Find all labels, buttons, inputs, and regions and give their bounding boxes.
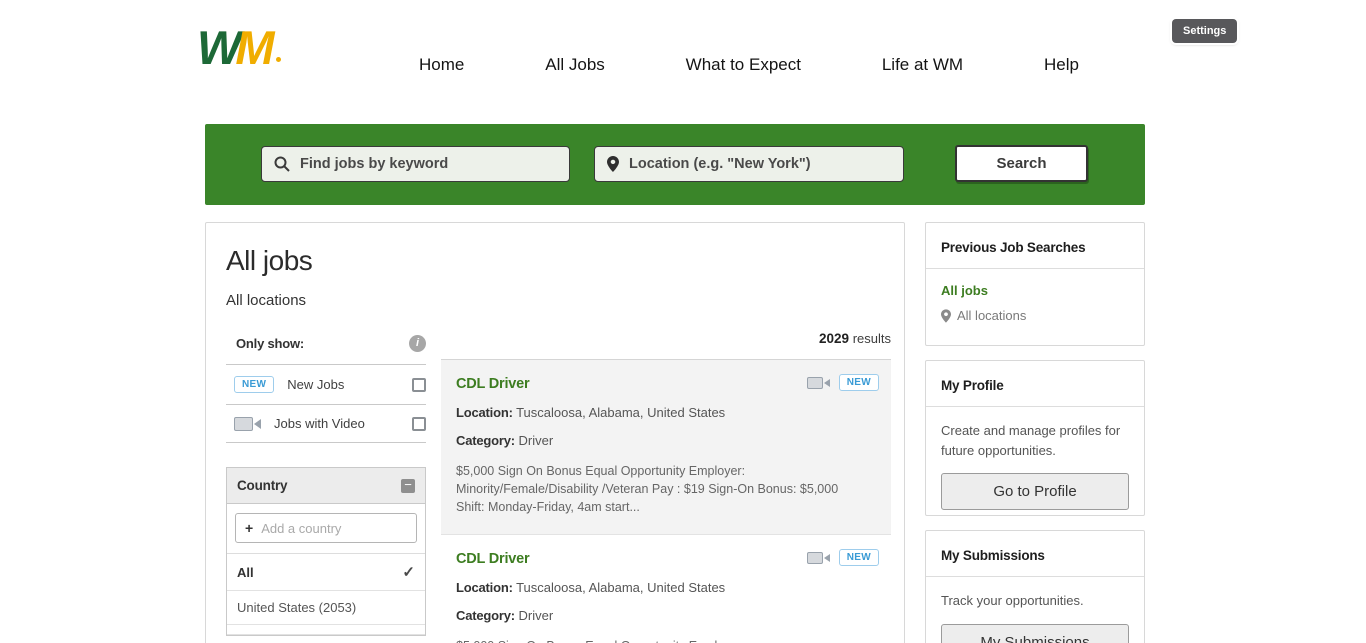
nav-item-what-to-expect[interactable]: What to Expect [686,55,801,75]
previous-search-link[interactable]: All jobs [941,283,1129,298]
new-badge: NEW [839,374,879,391]
keyword-input[interactable] [300,156,557,172]
job-location-label: Location: [456,405,513,420]
my-profile-card: My Profile Create and manage profiles fo… [925,360,1145,516]
go-to-profile-button[interactable]: Go to Profile [941,473,1129,510]
nav-item-help[interactable]: Help [1044,55,1079,75]
new-badge: NEW [234,376,274,393]
check-icon: ✓ [402,563,415,581]
results-count-number: 2029 [819,331,849,346]
jobs-panel: All jobs All locations Only show: i NEW … [205,222,905,643]
logo-letter-w: W [197,21,235,74]
job-category-line: Category: Driver [456,433,876,448]
location-pin-icon [941,309,951,323]
my-submissions-description: Track your opportunities. [941,591,1129,611]
my-submissions-card: My Submissions Track your opportunities.… [925,530,1145,643]
job-category-label: Category: [456,608,515,623]
country-filter-panel: Country − + All ✓ United States (2053) [226,467,426,636]
video-icon [807,377,830,389]
plus-icon: + [245,520,253,536]
job-description: $5,000 Sign On Bonus Equal Opportunity E… [456,637,858,643]
previous-searches-card: Previous Job Searches All jobs All locat… [925,222,1145,346]
info-icon[interactable]: i [409,335,426,352]
video-icon [234,417,261,431]
previous-searches-title: Previous Job Searches [926,223,1144,269]
nav-item-home[interactable]: Home [419,55,464,75]
location-search-field[interactable] [594,146,904,182]
job-location-value: Tuscaloosa, Alabama, United States [516,580,725,595]
previous-search-location: All locations [941,308,1129,323]
jobs-with-video-label: Jobs with Video [274,416,365,431]
new-jobs-checkbox[interactable] [412,378,426,392]
new-jobs-label: New Jobs [287,377,344,392]
jobs-with-video-checkbox[interactable] [412,417,426,431]
job-category-label: Category: [456,433,515,448]
wm-careers-page: WM Home All Jobs What to Expect Life at … [0,0,1366,643]
only-show-header: Only show: i [226,327,426,365]
job-location-line: Location: Tuscaloosa, Alabama, United St… [456,405,876,420]
results-column: 2029 results CDL Driver NEW Location: Tu… [441,327,891,643]
previous-search-location-text: All locations [957,308,1026,323]
page-subtitle: All locations [226,292,306,309]
country-option-all[interactable]: All ✓ [227,554,425,591]
job-category-value: Driver [519,608,554,623]
job-location-line: Location: Tuscaloosa, Alabama, United St… [456,580,876,595]
job-description: $5,000 Sign On Bonus Equal Opportunity E… [456,462,858,516]
settings-button[interactable]: Settings [1172,19,1237,43]
collapse-icon[interactable]: − [401,479,415,493]
filter-jobs-with-video: Jobs with Video [226,405,426,443]
video-icon [807,552,830,564]
my-submissions-title: My Submissions [926,531,1144,577]
results-count-label: results [853,331,891,346]
page-title: All jobs [226,245,312,277]
job-card-icons: NEW [807,374,879,391]
search-button[interactable]: Search [955,145,1088,182]
my-submissions-button[interactable]: My Submissions [941,624,1129,643]
job-location-value: Tuscaloosa, Alabama, United States [516,405,725,420]
country-option-partial [227,625,425,635]
job-card[interactable]: CDL Driver NEW Location: Tuscaloosa, Ala… [441,534,891,643]
country-option-label: United States (2053) [237,600,356,615]
logo-letter-m: M [235,21,268,74]
my-profile-title: My Profile [926,361,1144,407]
filters-column: Only show: i NEW New Jobs Jobs with Vide… [226,327,426,636]
search-icon [274,156,290,172]
wm-logo[interactable]: WM [197,24,281,71]
job-card-icons: NEW [807,549,879,566]
country-option-united-states[interactable]: United States (2053) [227,591,425,625]
results-count: 2029 results [441,327,891,360]
new-badge: NEW [839,549,879,566]
location-input[interactable] [629,156,891,172]
country-add-section: + [227,504,425,554]
add-country-input[interactable] [261,521,407,536]
job-category-line: Category: Driver [456,608,876,623]
country-option-label: All [237,565,254,580]
nav-item-all-jobs[interactable]: All Jobs [545,55,605,75]
logo-registered-dot [276,57,281,62]
country-list: All ✓ United States (2053) [227,554,425,635]
keyword-search-field[interactable] [261,146,570,182]
filter-new-jobs: NEW New Jobs [226,365,426,405]
main-nav: Home All Jobs What to Expect Life at WM … [419,55,1079,75]
country-filter-header[interactable]: Country − [227,468,425,504]
nav-item-life-at-wm[interactable]: Life at WM [882,55,963,75]
add-country-field[interactable]: + [235,513,417,543]
job-card[interactable]: CDL Driver NEW Location: Tuscaloosa, Ala… [441,360,891,534]
job-location-label: Location: [456,580,513,595]
job-category-value: Driver [519,433,554,448]
only-show-label: Only show: [236,336,304,351]
my-profile-description: Create and manage profiles for future op… [941,421,1129,460]
location-pin-icon [607,156,619,172]
country-title: Country [237,478,287,493]
search-banner: Search [205,124,1145,205]
